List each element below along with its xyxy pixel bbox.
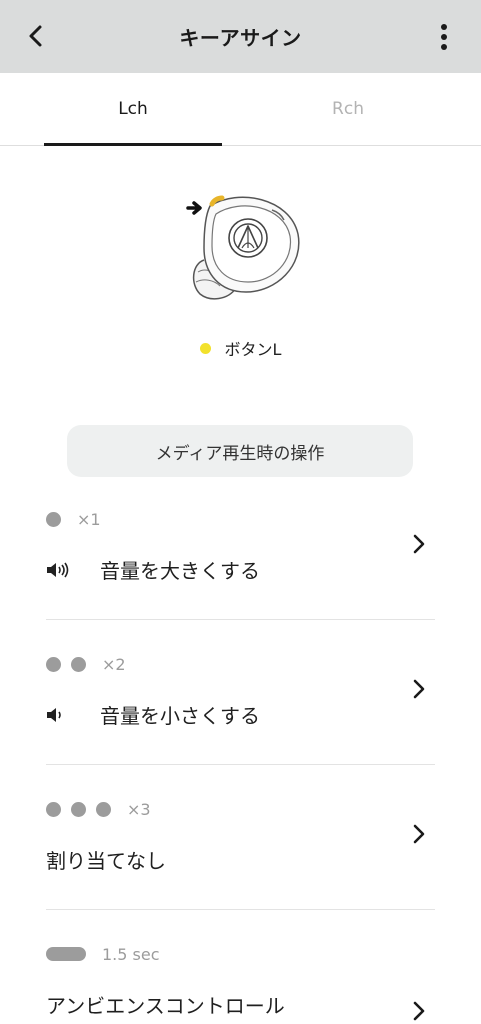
- assignment-action-label: アンビエンスコントロール: [46, 994, 285, 1018]
- chevron-right-icon: [413, 679, 425, 699]
- arrow-right-icon: [186, 201, 202, 215]
- chevron-right-icon: [413, 824, 425, 844]
- press-count: ×1: [77, 509, 101, 529]
- tab-lch[interactable]: Lch: [44, 73, 222, 145]
- assignment-action: 音量を小さくする: [46, 700, 260, 729]
- press-dot: [71, 656, 86, 672]
- section-header-media-playback: メディア再生時の操作: [67, 425, 413, 477]
- app-bar: キーアサイン: [0, 0, 481, 73]
- press-dot: [46, 801, 61, 817]
- volume-up-icon: [47, 562, 69, 577]
- press-pattern: 1.5 sec: [46, 944, 160, 964]
- long-press-indicator: [46, 947, 86, 961]
- tab-selected-indicator: [44, 143, 222, 146]
- press-pattern: ×2: [46, 654, 126, 674]
- press-count: ×3: [127, 799, 151, 819]
- chevron-left-icon: [29, 25, 42, 47]
- press-dot: [71, 801, 86, 817]
- assignment-action-label: 音量を小さくする: [100, 704, 260, 728]
- assignment-row-double-press[interactable]: ×2 音量を小さくする: [46, 650, 435, 760]
- page-title: キーアサイン: [179, 26, 302, 50]
- assignment-action: 割り当てなし: [46, 845, 166, 874]
- assignment-action-label: 音量を大きくする: [100, 559, 260, 583]
- divider: [46, 909, 435, 910]
- button-indicator: ボタンL: [0, 336, 481, 360]
- back-button[interactable]: [18, 18, 54, 54]
- more-vert-icon: [441, 24, 447, 50]
- assignment-row-long-press[interactable]: 1.5 sec アンビエンスコントロール: [46, 940, 435, 1024]
- assignment-action: 音量を大きくする: [46, 555, 260, 584]
- assignment-row-single-press[interactable]: ×1 音量を大きくする: [46, 505, 435, 615]
- press-pattern: ×3: [46, 799, 151, 819]
- assignment-row-triple-press[interactable]: ×3 割り当てなし: [46, 795, 435, 905]
- button-color-dot: [199, 342, 211, 354]
- press-dot: [46, 656, 61, 672]
- chevron-right-icon: [413, 534, 425, 554]
- volume-down-icon: [47, 707, 61, 722]
- press-count: ×2: [102, 654, 126, 674]
- earbud-illustration: [186, 195, 300, 300]
- assignment-action: アンビエンスコントロール: [46, 990, 285, 1019]
- press-dot: [96, 801, 111, 817]
- assignment-action-label: 割り当てなし: [46, 849, 166, 873]
- divider: [46, 764, 435, 765]
- press-pattern: ×1: [46, 509, 101, 529]
- button-label: ボタンL: [224, 340, 282, 359]
- chevron-right-icon: [413, 1001, 425, 1021]
- more-options-button[interactable]: [429, 20, 459, 54]
- channel-tabs: Lch Rch: [0, 73, 481, 146]
- press-dot: [46, 511, 61, 527]
- divider: [46, 619, 435, 620]
- press-duration: 1.5 sec: [102, 944, 160, 964]
- tab-rch[interactable]: Rch: [259, 73, 437, 145]
